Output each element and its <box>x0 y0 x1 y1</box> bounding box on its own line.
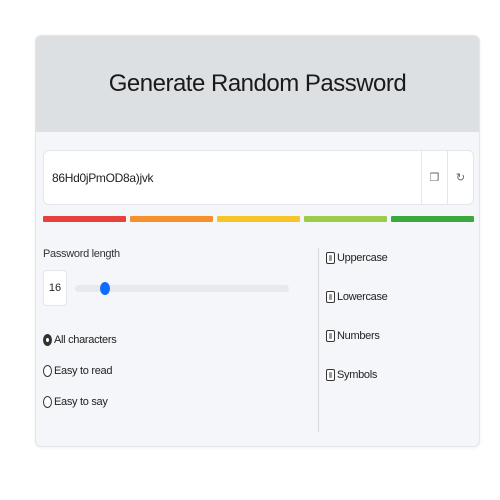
checkbox[interactable] <box>326 330 335 342</box>
radio-easy-to-say[interactable]: Easy to say <box>43 394 313 410</box>
mode-radio-group: All characters Easy to read Easy to say <box>43 332 313 410</box>
password-value[interactable]: 86Hd0jPmOD8a)jvk <box>44 171 421 185</box>
strength-segment-2 <box>130 216 213 222</box>
radio-button[interactable] <box>43 365 52 377</box>
length-row: 16 <box>43 270 313 310</box>
checkbox[interactable] <box>326 291 335 303</box>
radio-label: Easy to read <box>54 365 113 377</box>
radio-label: Easy to say <box>54 396 108 408</box>
radio-label: All characters <box>54 334 117 346</box>
length-and-mode-column: Password length 16 All characters Easy t… <box>43 248 313 425</box>
radio-button[interactable] <box>43 334 52 346</box>
refresh-button[interactable]: ↻ <box>447 151 473 204</box>
checkbox[interactable] <box>326 369 335 381</box>
password-length-label: Password length <box>43 248 120 260</box>
checkbox-uppercase[interactable]: Uppercase <box>326 250 388 266</box>
card-header: Generate Random Password <box>36 36 479 132</box>
radio-button[interactable] <box>43 396 52 408</box>
checkbox-numbers[interactable]: Numbers <box>326 328 388 344</box>
checkbox-label: Uppercase <box>337 252 388 264</box>
password-field[interactable]: 86Hd0jPmOD8a)jvk ❐ ↻ <box>43 150 474 205</box>
length-slider-thumb[interactable] <box>99 282 110 295</box>
checkbox-label: Numbers <box>337 330 380 342</box>
strength-segment-4 <box>304 216 387 222</box>
length-slider[interactable] <box>75 282 289 295</box>
checkbox-symbols[interactable]: Symbols <box>326 367 388 383</box>
checkbox[interactable] <box>326 252 335 264</box>
strength-segment-3 <box>217 216 300 222</box>
refresh-icon: ↻ <box>455 172 466 184</box>
copy-icon: ❐ <box>429 172 440 184</box>
checkbox-label: Lowercase <box>337 291 388 303</box>
copy-button[interactable]: ❐ <box>421 151 447 204</box>
password-generator-card: Generate Random Password 86Hd0jPmOD8a)jv… <box>35 35 480 447</box>
radio-all-characters[interactable]: All characters <box>43 332 313 348</box>
radio-easy-to-read[interactable]: Easy to read <box>43 363 313 379</box>
checkbox-lowercase[interactable]: Lowercase <box>326 289 388 305</box>
page-title: Generate Random Password <box>108 70 407 97</box>
strength-meter <box>43 216 474 222</box>
strength-segment-1 <box>43 216 126 222</box>
length-input[interactable]: 16 <box>43 270 67 306</box>
strength-segment-5 <box>391 216 474 222</box>
character-options-column: Uppercase Lowercase Numbers Symbols <box>318 248 388 432</box>
checkbox-label: Symbols <box>337 369 378 381</box>
